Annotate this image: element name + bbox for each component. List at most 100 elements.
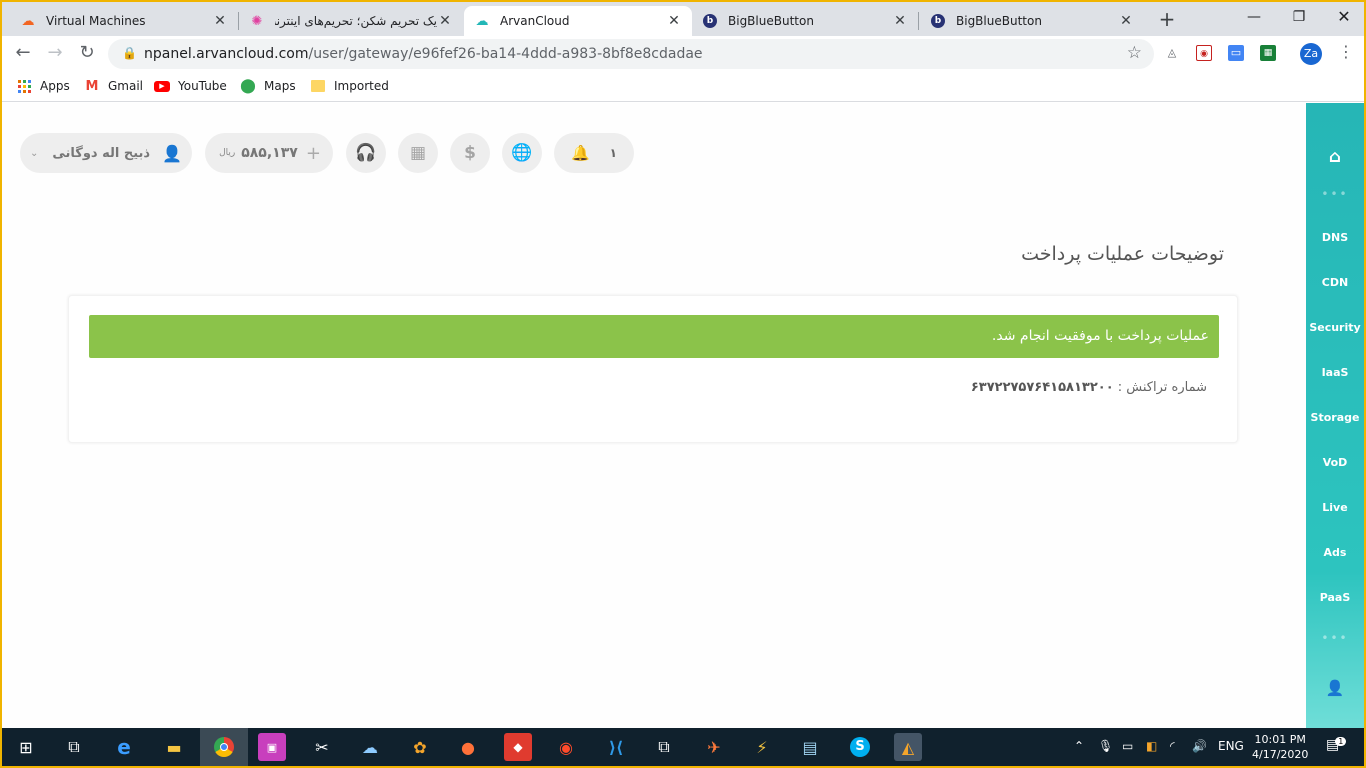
microphone-icon[interactable]: 🎙 xyxy=(1098,739,1113,753)
close-tab-icon[interactable]: ✕ xyxy=(666,13,682,29)
skype-icon[interactable]: S xyxy=(846,733,874,761)
colorful-app-icon[interactable]: ✿ xyxy=(406,733,434,761)
minimize-button[interactable]: — xyxy=(1239,6,1269,30)
dollar-icon[interactable]: $ xyxy=(450,133,490,173)
rocket-app-icon[interactable]: ✈ xyxy=(700,733,728,761)
url-text[interactable]: npanel.arvancloud.com/user/gateway/e96fe… xyxy=(144,46,703,62)
youtube-icon: ▶ xyxy=(154,78,170,94)
maps-pin-icon: ⬤ xyxy=(240,78,256,94)
snipping-tool-icon[interactable]: ✂ xyxy=(308,733,336,761)
sidebar-item-live[interactable]: Live xyxy=(1306,501,1364,514)
copy-app-icon[interactable]: ⧉ xyxy=(650,733,678,761)
tab-vpn-article[interactable]: ✺ یک تحریم شکن؛ تحریم‌های اینترنت... ✕ xyxy=(239,6,463,36)
sidebar-item-ads[interactable]: Ads xyxy=(1306,546,1364,559)
chrome-icon[interactable] xyxy=(210,733,238,761)
bigbluebutton-icon: b xyxy=(702,13,718,29)
cloud-icon: ☁ xyxy=(21,13,35,29)
headset-support-icon[interactable]: 🎧 xyxy=(346,133,386,173)
cloud-app-icon[interactable]: ☁ xyxy=(356,733,384,761)
tab-arvancloud[interactable]: ☁ ArvanCloud ✕ xyxy=(464,6,692,36)
new-tab-button[interactable]: + xyxy=(1154,7,1180,33)
sidebar-item-dns[interactable]: DNS xyxy=(1306,231,1364,244)
network-monitor-icon[interactable]: ▭ xyxy=(1122,739,1133,753)
notification-count: ۱ xyxy=(609,146,617,160)
home-icon[interactable]: ⌂ xyxy=(1306,147,1364,167)
close-tab-icon[interactable]: ✕ xyxy=(437,13,453,29)
bookmark-star-icon[interactable]: ☆ xyxy=(1127,43,1142,63)
extension-sheet-icon[interactable]: ▦ xyxy=(1260,45,1276,61)
notification-badge: 1 xyxy=(1335,737,1347,746)
tray-app-icon[interactable]: ◧ xyxy=(1146,739,1157,753)
vscode-icon[interactable]: ⟩⟨ xyxy=(602,733,630,761)
bookmark-maps[interactable]: ⬤ Maps xyxy=(240,78,295,94)
forward-button[interactable]: → xyxy=(42,42,68,66)
sidebar-item-storage[interactable]: Storage xyxy=(1306,411,1364,424)
bookmark-label: Gmail xyxy=(108,79,144,93)
recorder-icon[interactable]: ◉ xyxy=(552,733,580,761)
bigbluebutton-icon: b xyxy=(930,13,946,29)
user-name: ذبیح اله دوگانی xyxy=(52,145,151,161)
tab-bigbluebutton-1[interactable]: b BigBlueButton ✕ xyxy=(692,6,918,36)
user-menu[interactable]: ⌄ ذبیح اله دوگانی 👤 xyxy=(20,133,192,173)
tab-virtual-machines[interactable]: ☁ Virtual Machines ✕ xyxy=(10,6,238,36)
browser-toolbar: ← → ↻ 🔒 npanel.arvancloud.com/user/gatew… xyxy=(2,36,1364,72)
bookmark-label: Imported xyxy=(334,79,389,93)
reload-button[interactable]: ↻ xyxy=(74,42,100,66)
action-center-icon[interactable]: ▤1 xyxy=(1326,737,1347,753)
image-app-icon[interactable]: ◭ xyxy=(894,733,922,761)
maximize-button[interactable]: ❐ xyxy=(1284,6,1314,30)
sidebar-item-vod[interactable]: VoD xyxy=(1306,456,1364,469)
chevron-down-icon: ⌄ xyxy=(29,147,39,159)
edge-icon[interactable]: e xyxy=(110,733,138,761)
close-tab-icon[interactable]: ✕ xyxy=(212,13,228,29)
close-window-button[interactable]: ✕ xyxy=(1329,6,1359,30)
firefox-icon[interactable]: ● xyxy=(454,733,482,761)
notebook-app-icon[interactable]: ▤ xyxy=(796,733,824,761)
extension-vpn-icon[interactable]: ◬ xyxy=(1164,45,1180,61)
bookmark-gmail[interactable]: M Gmail xyxy=(84,78,143,94)
show-hidden-icons[interactable]: ⌃ xyxy=(1074,739,1084,753)
network-app-icon[interactable]: ⚡ xyxy=(748,733,776,761)
bookmark-youtube[interactable]: ▶ YouTube xyxy=(154,78,227,94)
divider-dots: ••• xyxy=(1321,631,1349,645)
extension-shield-icon[interactable]: ◉ xyxy=(1196,45,1212,61)
system-clock[interactable]: 10:01 PM 4/17/2020 xyxy=(1252,732,1308,762)
calculator-icon[interactable]: ▦ xyxy=(398,133,438,173)
media-app-icon[interactable]: ▣ xyxy=(258,733,286,761)
page-title: توضیحات عملیات پرداخت xyxy=(1021,243,1224,265)
add-credit-icon[interactable]: + xyxy=(306,143,321,164)
tab-title: یک تحریم شکن؛ تحریم‌های اینترنت... xyxy=(275,14,437,28)
sidebar-item-cdn[interactable]: CDN xyxy=(1306,276,1364,289)
clock-time: 10:01 PM xyxy=(1254,733,1306,746)
browser-menu-icon[interactable]: ⋮ xyxy=(1338,42,1354,61)
anydesk-icon[interactable]: ◆ xyxy=(504,733,532,761)
tab-bigbluebutton-2[interactable]: b BigBlueButton ✕ xyxy=(920,6,1144,36)
close-tab-icon[interactable]: ✕ xyxy=(892,13,908,29)
extension-screen-icon[interactable]: ▭ xyxy=(1228,45,1244,61)
windows-start-icon[interactable]: ⊞ xyxy=(12,733,40,761)
wifi-icon[interactable]: ◜ xyxy=(1170,739,1175,753)
tab-strip: ☁ Virtual Machines ✕ ✺ یک تحریم شکن؛ تحر… xyxy=(2,2,1364,36)
bookmark-folder-imported[interactable]: Imported xyxy=(310,78,389,94)
notifications-pill[interactable]: 🔔 ۱ xyxy=(554,133,634,173)
globe-icon[interactable]: 🌐 xyxy=(502,133,542,173)
task-view-icon[interactable]: ⧉ xyxy=(60,733,88,761)
file-explorer-icon[interactable]: ▬ xyxy=(160,733,188,761)
address-bar[interactable]: 🔒 npanel.arvancloud.com/user/gateway/e96… xyxy=(108,39,1154,69)
account-icon[interactable]: 👤 xyxy=(1306,679,1364,697)
profile-avatar[interactable]: Za xyxy=(1300,43,1322,65)
sidebar-item-iaas[interactable]: IaaS xyxy=(1306,366,1364,379)
back-button[interactable]: ← xyxy=(10,42,36,66)
bookmark-apps[interactable]: Apps xyxy=(16,78,70,94)
balance-pill[interactable]: ریال ۵۸۵,۱۳۷ + xyxy=(205,133,333,173)
sidebar-item-paas[interactable]: PaaS xyxy=(1306,591,1364,604)
bookmark-label: Apps xyxy=(40,79,70,93)
bookmark-label: YouTube xyxy=(178,79,227,93)
sidebar-item-security[interactable]: Security xyxy=(1306,321,1364,334)
arvan-cloud-icon: ☁ xyxy=(475,13,489,29)
apps-grid-icon xyxy=(16,78,32,94)
close-tab-icon[interactable]: ✕ xyxy=(1118,13,1134,29)
transaction-label: شماره تراکنش : xyxy=(1117,380,1207,395)
language-indicator[interactable]: ENG xyxy=(1218,739,1244,753)
volume-icon[interactable]: 🔊 xyxy=(1192,739,1207,753)
